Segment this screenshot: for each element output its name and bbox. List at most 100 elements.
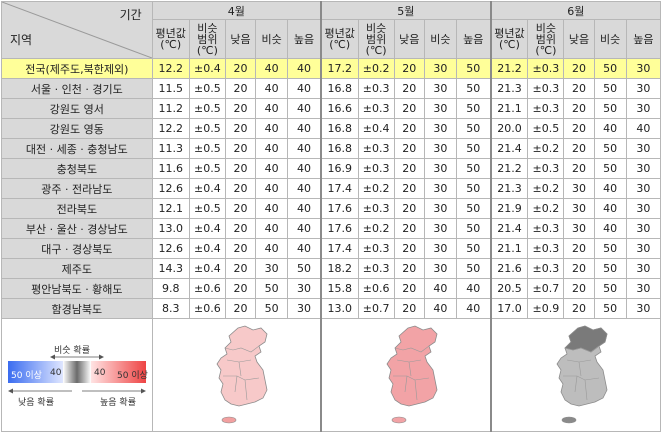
cell-low: 30	[563, 218, 595, 239]
cell-high: 40	[287, 78, 322, 99]
cell-range: ±0.4	[357, 118, 395, 139]
cell-mean: 11.5	[151, 78, 190, 99]
cell-low: 20	[563, 98, 595, 119]
subheader-line: (℃)	[499, 38, 520, 51]
cell-high: 30	[625, 278, 662, 299]
cell-similar: 50	[593, 98, 627, 119]
cell-similar: 40	[593, 218, 627, 239]
legend-cell: 비슷 확률 50 이상 40 40 50 이상 낮음 확률 높음 확률	[1, 318, 153, 432]
map-apr	[151, 318, 322, 432]
map-may	[319, 318, 492, 432]
cell-range: ±0.3	[527, 58, 565, 79]
cell-high: 30	[625, 158, 662, 179]
cell-mean: 17.4	[319, 178, 359, 199]
cell-low: 20	[393, 178, 425, 199]
table-row: 충청북도 11.6 ±0.5 20 40 40 16.9 ±0.3 20 30 50 21.2 ±0.3…	[1, 158, 662, 179]
subheader-line: 범위	[366, 32, 387, 46]
cell-mean: 12.6	[151, 238, 190, 259]
cell-low: 30	[563, 198, 595, 219]
cell-mean: 12.6	[151, 178, 190, 199]
cell-mean: 17.2	[319, 58, 359, 79]
cell-similar: 40	[255, 138, 289, 159]
subheader-similar-apr: 비슷	[255, 19, 289, 59]
legend-low-prob: 낮음 확률	[18, 398, 54, 408]
cell-low: 20	[224, 218, 257, 239]
cell-range: ±0.6	[188, 298, 226, 319]
cell-high: 50	[455, 198, 492, 219]
cell-similar: 50	[593, 238, 627, 259]
cell-range: ±0.5	[188, 118, 226, 139]
cell-high: 50	[455, 258, 492, 279]
subheader-line: 범위	[535, 32, 557, 46]
region-label: 지역	[10, 33, 33, 47]
cell-range: ±0.6	[188, 278, 226, 299]
region-name: 평안남북도 · 황해도	[1, 278, 153, 299]
cell-high: 30	[287, 298, 322, 319]
korea-map-jun	[556, 325, 608, 424]
cell-similar: 30	[423, 218, 457, 239]
cell-range: ±0.3	[527, 158, 565, 179]
cell-range: ±0.3	[527, 258, 565, 279]
cell-low: 20	[393, 138, 425, 159]
cell-high: 40	[625, 118, 662, 139]
legend-low-40: 40	[50, 368, 62, 378]
cell-mean: 12.1	[151, 198, 190, 219]
cell-high: 30	[625, 138, 662, 159]
cell-mean: 21.3	[489, 178, 529, 199]
cell-mean: 21.2	[489, 58, 529, 79]
cell-similar: 30	[423, 198, 457, 219]
region-name: 부산 · 울산 · 경상남도	[1, 218, 153, 239]
cell-similar: 50	[593, 298, 627, 319]
cell-range: ±0.3	[527, 98, 565, 119]
legend-high-max: 50 이상	[117, 371, 148, 381]
subheader-line: (℃)	[160, 38, 182, 51]
subheader-similar-may: 비슷	[423, 19, 457, 59]
cell-mean: 13.0	[319, 298, 359, 319]
cell-range: ±0.3	[357, 238, 395, 259]
cell-mean: 21.6	[489, 258, 529, 279]
cell-range: ±0.4	[188, 218, 226, 239]
legend-high-prob: 높음 확률	[100, 398, 136, 408]
cell-mean: 21.9	[489, 198, 529, 219]
cell-high: 50	[287, 258, 322, 279]
probability-legend: 비슷 확률 50 이상 40 40 50 이상 낮음 확률 높음 확률	[2, 320, 151, 431]
subheader-line: 비슷	[197, 21, 218, 35]
region-name: 전국(제주도,북한제외)	[1, 58, 153, 79]
cell-range: ±0.3	[357, 158, 395, 179]
cell-high: 30	[625, 258, 662, 279]
cell-high: 30	[625, 58, 662, 79]
cell-similar: 50	[593, 78, 627, 99]
cell-high: 40	[287, 158, 322, 179]
map-jeju	[561, 416, 577, 424]
cell-low: 20	[393, 78, 425, 99]
cell-similar: 50	[593, 158, 627, 179]
map-mainland	[386, 325, 438, 407]
cell-similar: 30	[423, 258, 457, 279]
cell-mean: 17.6	[319, 218, 359, 239]
table-row: 평안남북도 · 황해도 9.8 ±0.6 20 50 30 15.8 ±0.6 20 40 40 20…	[1, 278, 662, 299]
cell-range: ±0.2	[357, 218, 395, 239]
subheader-low-may: 낮음	[393, 19, 425, 59]
cell-mean: 9.8	[151, 278, 190, 299]
cell-high: 40	[287, 198, 322, 219]
cell-low: 20	[563, 58, 595, 79]
cell-mean: 20.0	[489, 118, 529, 139]
cell-high: 40	[287, 58, 322, 79]
cell-similar: 40	[255, 238, 289, 259]
subheader-high-may: 높음	[455, 19, 492, 59]
table-row: 부산 · 울산 · 경상남도 13.0 ±0.4 20 40 40 17.6 ±0.2 20 30…	[1, 218, 662, 239]
corner-header: 기간 지역	[1, 1, 153, 59]
cell-low: 20	[563, 278, 595, 299]
subheader-line: (℃)	[535, 43, 557, 57]
cell-low: 20	[393, 158, 425, 179]
cell-similar: 30	[423, 158, 457, 179]
cell-similar: 30	[423, 178, 457, 199]
cell-range: ±0.2	[357, 178, 395, 199]
cell-similar: 40	[593, 198, 627, 219]
cell-mean: 21.1	[489, 238, 529, 259]
subheader-range-jun: 비슷 범위 (℃)	[527, 19, 565, 59]
region-name: 강원도 영동	[1, 118, 153, 139]
cell-range: ±0.5	[188, 198, 226, 219]
cell-low: 20	[393, 218, 425, 239]
cell-range: ±0.4	[188, 238, 226, 259]
